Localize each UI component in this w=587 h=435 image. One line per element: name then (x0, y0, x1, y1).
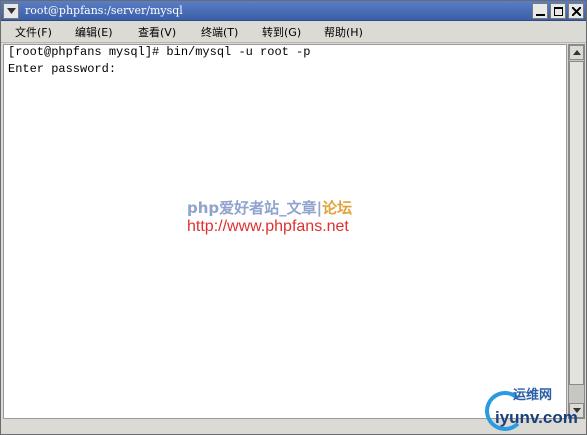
scrollbar-thumb[interactable] (569, 61, 584, 385)
logo-text-cn: 运维网 (513, 388, 553, 403)
menu-bar: 文件(F) 编辑(E) 查看(V) 终端(T) 转到(G) 帮助(H) (1, 22, 586, 43)
menu-terminal[interactable]: 终端(T) (201, 24, 238, 41)
logo-text-en: iyunv.com (495, 408, 578, 427)
terminal-line: [root@phpfans mysql]# bin/mysql -u root … (8, 45, 311, 59)
window-menu-button[interactable] (3, 3, 19, 19)
title-bar[interactable]: root@phpfans:/server/mysql (1, 1, 586, 21)
minimize-icon (536, 14, 545, 16)
close-icon (572, 7, 581, 16)
menu-go[interactable]: 转到(G) (262, 24, 301, 41)
menu-file[interactable]: 文件(F) (15, 24, 52, 41)
watermark-title: php爱好者站_文章|论坛 (187, 198, 352, 218)
maximize-icon (554, 7, 563, 16)
site-logo: 运维网 iyunv.com (483, 387, 587, 435)
watermark-url: http://www.phpfans.net (187, 218, 349, 235)
menu-view[interactable]: 查看(V) (138, 24, 176, 41)
arrow-up-icon (573, 50, 581, 55)
menu-help[interactable]: 帮助(H) (324, 24, 363, 41)
watermark-title-part2: 论坛 (322, 199, 353, 217)
close-button[interactable] (568, 3, 584, 19)
chevron-down-icon (7, 8, 16, 14)
watermark-center: php爱好者站_文章|论坛 http://www.phpfans.net (187, 198, 407, 240)
menu-edit[interactable]: 编辑(E) (75, 24, 113, 41)
watermark-title-part1: php爱好者站_文章 (187, 199, 317, 217)
window-title: root@phpfans:/server/mysql (25, 4, 183, 17)
terminal-line: Enter password: (8, 62, 117, 76)
maximize-button[interactable] (550, 3, 566, 19)
minimize-button[interactable] (532, 3, 548, 19)
vertical-scrollbar[interactable] (568, 44, 585, 419)
scroll-up-button[interactable] (569, 45, 584, 60)
terminal-window: root@phpfans:/server/mysql 文件(F) 编辑(E) 查… (0, 0, 587, 435)
